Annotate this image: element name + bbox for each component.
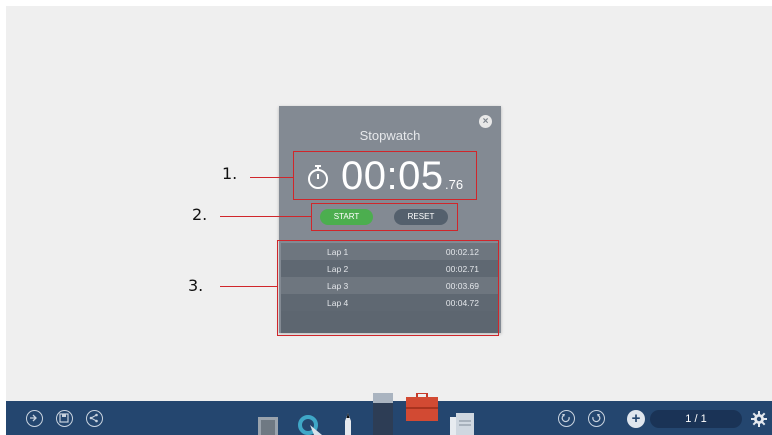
share-icon[interactable] bbox=[86, 410, 103, 427]
close-icon[interactable]: × bbox=[479, 115, 492, 128]
stopwatch-title: Stopwatch bbox=[359, 128, 421, 143]
bottom-toolbar: + 1 / 1 bbox=[6, 393, 772, 435]
document-icon[interactable] bbox=[450, 413, 476, 435]
redo-icon[interactable] bbox=[588, 410, 605, 427]
annotation-label-2: 2. bbox=[192, 205, 208, 224]
annotation-label-1: 1. bbox=[222, 164, 238, 183]
pen-icon[interactable] bbox=[340, 411, 356, 435]
annotation-line-2 bbox=[220, 216, 311, 217]
save-icon[interactable] bbox=[56, 410, 73, 427]
undo-icon[interactable] bbox=[558, 410, 575, 427]
marker-icon[interactable] bbox=[371, 393, 395, 435]
annotation-box-time bbox=[293, 151, 477, 200]
annotation-line-1 bbox=[250, 177, 293, 178]
annotation-box-controls bbox=[311, 203, 458, 231]
toolbox-icon[interactable] bbox=[406, 393, 438, 427]
add-page-icon[interactable]: + bbox=[627, 410, 645, 428]
gear-icon[interactable] bbox=[751, 411, 767, 427]
pointer-icon[interactable] bbox=[296, 413, 324, 435]
eraser-icon[interactable] bbox=[258, 415, 280, 435]
annotation-label-3: 3. bbox=[188, 276, 204, 295]
page-indicator[interactable]: 1 / 1 bbox=[650, 410, 742, 428]
annotation-line-3 bbox=[220, 286, 277, 287]
annotation-box-laps bbox=[277, 240, 499, 336]
exit-icon[interactable] bbox=[26, 410, 43, 427]
